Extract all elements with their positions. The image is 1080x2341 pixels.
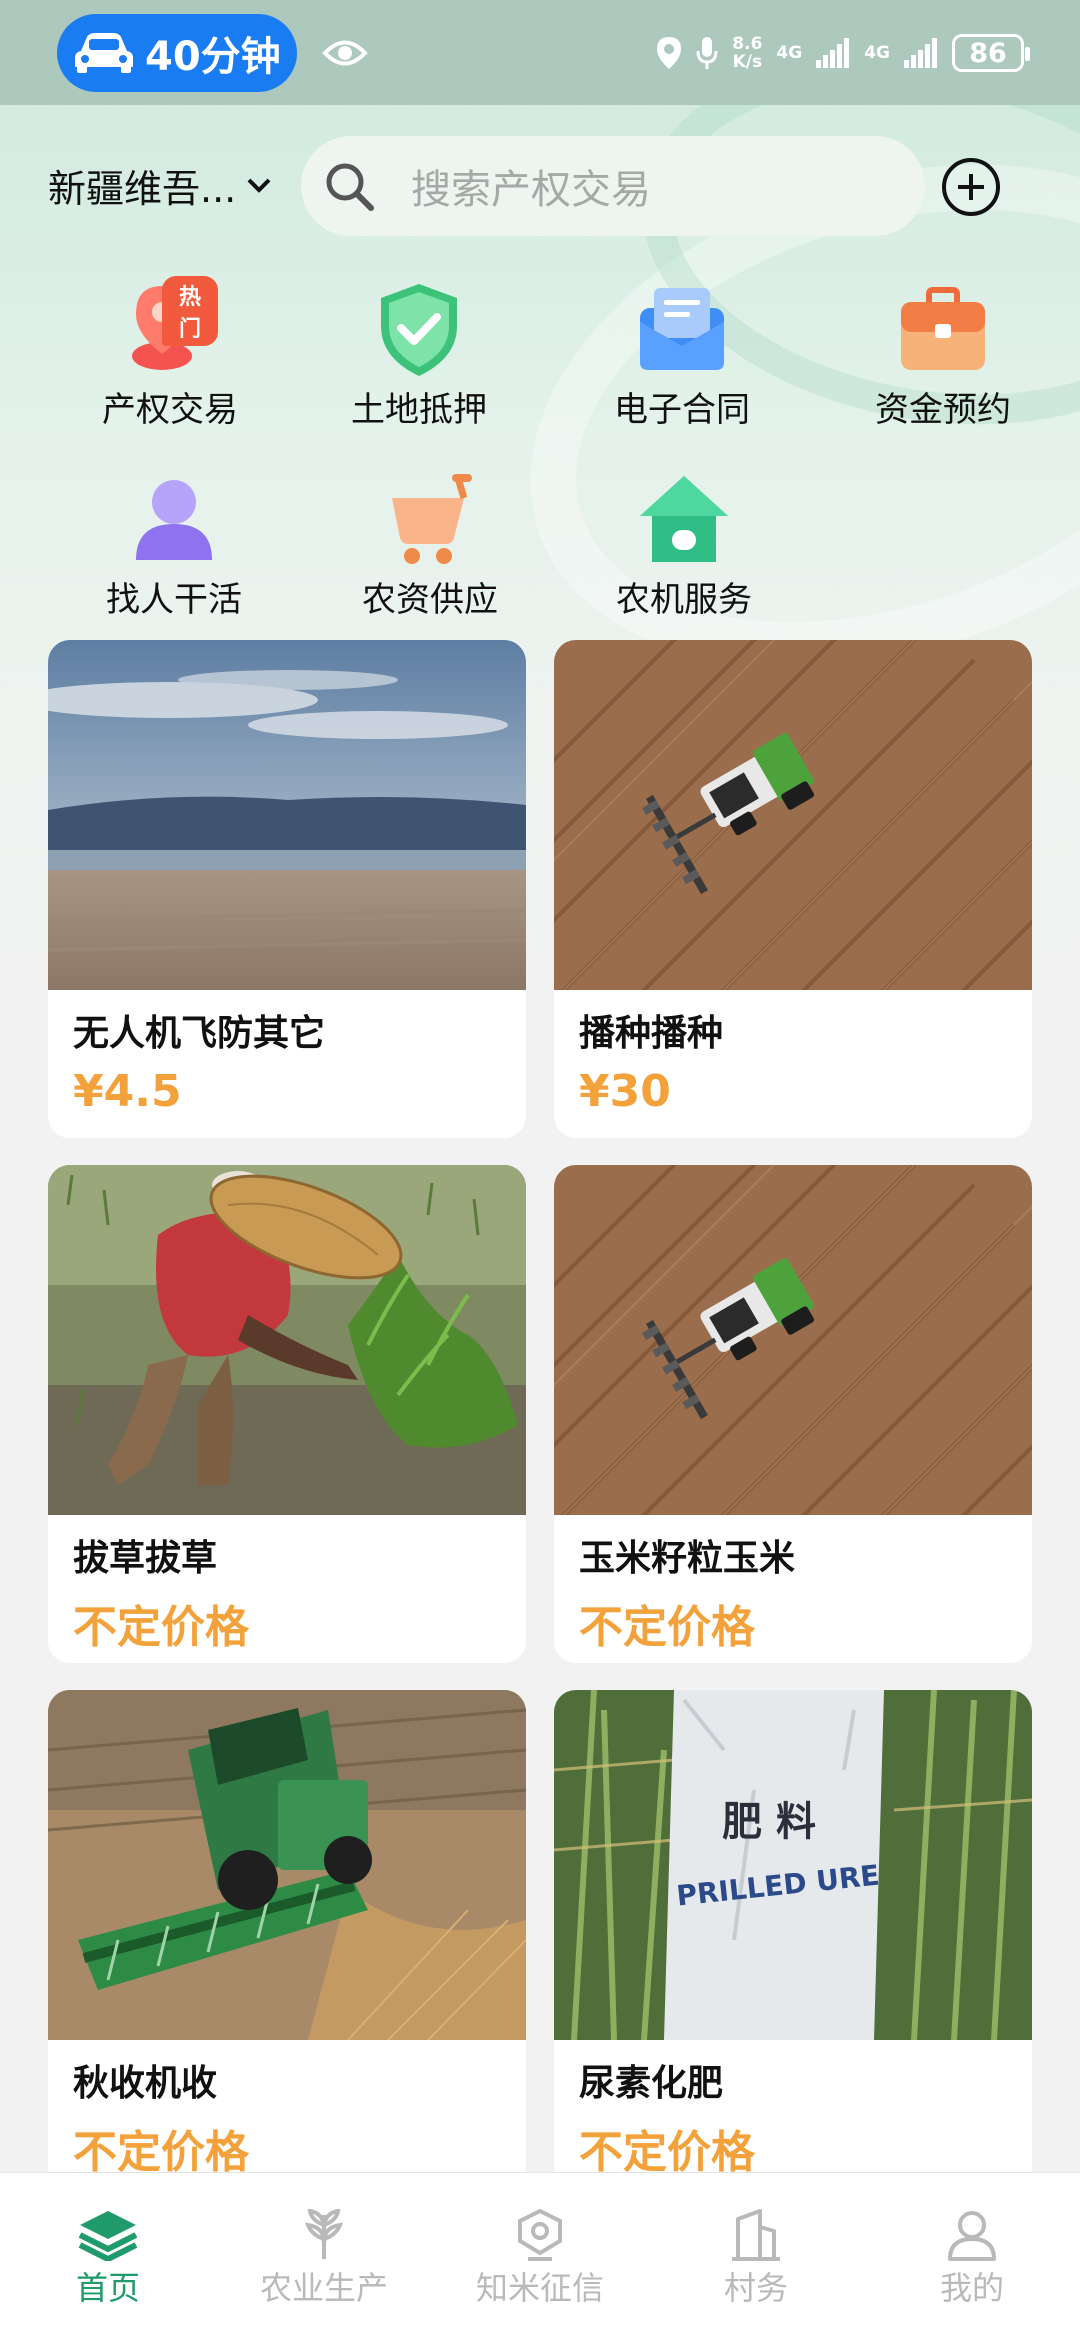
house-icon xyxy=(640,476,728,562)
search-placeholder: 搜索产权交易 xyxy=(411,167,651,213)
tab-label: 知米征信 xyxy=(475,2269,604,2307)
product-card[interactable]: 玉米籽粒玉米 不定价格 xyxy=(554,1165,1032,1663)
network-type-2: 4G xyxy=(864,43,890,63)
briefcase-icon xyxy=(901,287,985,370)
drive-time-pill[interactable]: 40分钟 xyxy=(57,14,297,92)
product-title: 无人机飞防其它 xyxy=(73,1013,326,1054)
product-image: 肥 料 PRILLED URE xyxy=(554,1690,1032,2040)
wheat-icon xyxy=(304,2209,344,2259)
product-card[interactable]: 秋收机收 不定价格 xyxy=(48,1690,526,2188)
product-card[interactable]: 播种播种 ¥30 xyxy=(554,640,1032,1138)
service-label: 找人干活 xyxy=(106,580,242,620)
drive-time-label: 40分钟 xyxy=(145,34,281,80)
shield-check-icon xyxy=(381,284,457,376)
service-find-workers[interactable]: 找人干活 xyxy=(74,472,274,621)
cart-icon xyxy=(392,474,472,564)
service-label: 土地抵押 xyxy=(351,390,487,430)
layers-icon xyxy=(78,2211,138,2261)
region-selector[interactable]: 新疆维吾... xyxy=(48,158,272,213)
add-button[interactable] xyxy=(940,156,1002,218)
tab-home[interactable]: 首页 xyxy=(0,2173,216,2341)
tab-label: 农业生产 xyxy=(259,2269,388,2307)
status-bar: 40分钟 8.6 K/s 4G 4G 86 xyxy=(0,0,1080,105)
product-image xyxy=(48,1690,526,2040)
search-bar[interactable]: 搜索产权交易 xyxy=(301,136,925,236)
car-icon xyxy=(75,33,133,73)
service-machinery[interactable]: 农机服务 xyxy=(584,472,784,621)
region-label: 新疆维吾... xyxy=(48,167,237,211)
product-image xyxy=(48,1165,526,1515)
chevron-down-icon xyxy=(247,178,271,193)
tab-village[interactable]: 村务 xyxy=(648,2173,864,2341)
product-title: 拔草拔草 xyxy=(73,1538,218,1579)
tab-agriculture[interactable]: 农业生产 xyxy=(216,2173,432,2341)
product-card[interactable]: 肥 料 PRILLED URE 尿素化肥 不定价格 xyxy=(554,1690,1032,2188)
product-image xyxy=(554,1165,1032,1515)
user-icon xyxy=(948,2211,996,2261)
fertilizer-bag-label: 肥 料 xyxy=(722,1799,816,1845)
service-label: 产权交易 xyxy=(102,390,238,430)
product-card[interactable]: 无人机飞防其它 ¥4.5 xyxy=(48,640,526,1138)
signal-icon xyxy=(904,38,937,68)
badge-icon xyxy=(518,2209,562,2261)
product-card[interactable]: 拔草拔草 不定价格 xyxy=(48,1165,526,1663)
tab-label: 首页 xyxy=(75,2269,140,2307)
product-title: 玉米籽粒玉米 xyxy=(579,1538,796,1579)
envelope-icon xyxy=(640,288,724,370)
location-icon xyxy=(657,37,682,69)
product-title: 播种播种 xyxy=(579,1013,724,1054)
tab-label: 村务 xyxy=(723,2269,788,2307)
microphone-icon xyxy=(696,37,718,69)
tab-label: 我的 xyxy=(939,2269,1004,2307)
service-e-contract[interactable]: 电子合同 xyxy=(582,282,782,431)
service-farm-supply[interactable]: 农资供应 xyxy=(330,472,530,621)
eye-icon[interactable] xyxy=(322,32,368,74)
product-price: ¥4.5 xyxy=(73,1066,182,1117)
product-price: ¥30 xyxy=(579,1066,671,1117)
service-label: 农资供应 xyxy=(362,580,498,620)
service-label: 资金预约 xyxy=(875,390,1011,430)
product-title: 秋收机收 xyxy=(73,2063,218,2104)
search-icon xyxy=(326,163,374,211)
tab-credit[interactable]: 知米征信 xyxy=(432,2173,648,2341)
person-icon xyxy=(136,480,212,560)
product-image xyxy=(554,640,1032,990)
service-property-trade[interactable]: 热门 产权交易 xyxy=(70,276,270,431)
network-type-1: 4G xyxy=(776,43,803,63)
product-price: 不定价格 xyxy=(73,2127,249,2178)
product-price: 不定价格 xyxy=(579,2127,755,2178)
service-fund-booking[interactable]: 资金预约 xyxy=(843,282,1043,431)
product-price: 不定价格 xyxy=(579,1602,755,1653)
service-label: 电子合同 xyxy=(614,390,750,430)
network-speed: 8.6 K/s xyxy=(732,34,763,72)
hot-badge: 热门 xyxy=(162,276,218,346)
product-title: 尿素化肥 xyxy=(579,2063,724,2104)
signal-icon xyxy=(816,38,850,68)
product-image xyxy=(48,640,526,990)
tab-mine[interactable]: 我的 xyxy=(864,2173,1080,2341)
bottom-tab-bar: 首页 农业生产 知米征信 村务 我的 xyxy=(0,2172,1080,2341)
building-icon xyxy=(732,2209,780,2261)
product-price: 不定价格 xyxy=(73,1602,249,1653)
battery-indicator: 86 xyxy=(952,34,1030,72)
service-land-mortgage[interactable]: 土地抵押 xyxy=(319,282,519,431)
service-label: 农机服务 xyxy=(616,580,752,620)
